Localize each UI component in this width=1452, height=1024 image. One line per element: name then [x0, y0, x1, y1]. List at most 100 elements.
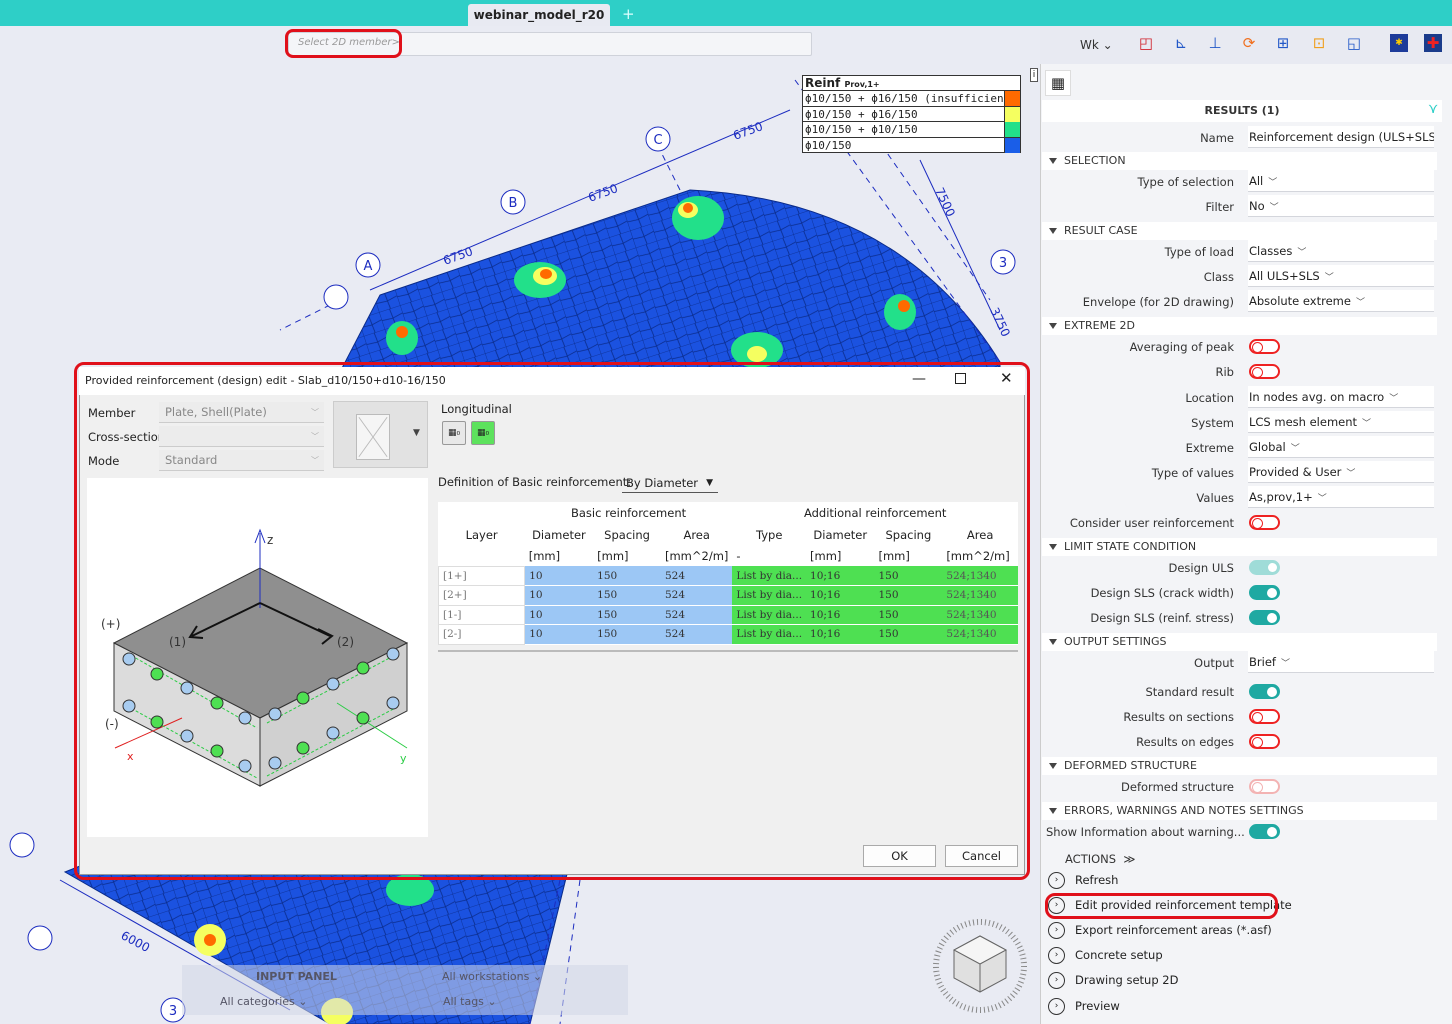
- section-extreme-2d[interactable]: EXTREME 2D: [1042, 317, 1437, 335]
- window-icon[interactable]: ◱: [1345, 34, 1363, 52]
- eu-flag-icon[interactable]: ✱: [1390, 34, 1408, 52]
- table-cell[interactable]: 10: [524, 624, 594, 645]
- ok-button[interactable]: OK: [863, 845, 936, 867]
- cancel-button[interactable]: Cancel: [945, 845, 1018, 867]
- col-type[interactable]: Type: [732, 524, 806, 546]
- section-selection[interactable]: SELECTION: [1042, 152, 1437, 170]
- row-location: Location In nodes avg. on macro ﹀: [1042, 386, 1434, 411]
- action-drawing-setup[interactable]: › Drawing setup 2D: [1048, 970, 1178, 990]
- definition-select[interactable]: By Diameter ▼: [622, 473, 718, 493]
- location-select[interactable]: In nodes avg. on macro ﹀: [1248, 386, 1434, 408]
- tags-select[interactable]: All tags ⌄: [443, 995, 497, 1008]
- view-icon[interactable]: ◰: [1137, 34, 1155, 52]
- extreme-select[interactable]: Global ﹀: [1248, 436, 1434, 458]
- additional-layer-icon[interactable]: ▦₀: [471, 421, 495, 445]
- refresh-icon[interactable]: ⟳: [1240, 34, 1258, 52]
- workstations-select[interactable]: All workstations ⌄: [442, 970, 542, 983]
- chart-icon[interactable]: ⊞: [1274, 34, 1292, 52]
- uk-flag-icon[interactable]: ✚: [1424, 34, 1442, 52]
- col-spacing[interactable]: Spacing: [593, 524, 661, 546]
- show-info-toggle[interactable]: [1249, 824, 1280, 839]
- design-uls-toggle[interactable]: [1249, 560, 1280, 575]
- output-select[interactable]: Brief ﹀: [1248, 651, 1434, 673]
- input-panel-title[interactable]: INPUT PANEL: [256, 970, 337, 983]
- table-cell[interactable]: 10: [524, 566, 594, 586]
- chevron-down-icon: ▼: [706, 478, 713, 488]
- name-field[interactable]: Reinforcement design (ULS+SLS): [1248, 126, 1434, 148]
- table-cell[interactable]: 10;16: [806, 624, 875, 645]
- chevron-down-icon[interactable]: ▼: [413, 428, 420, 438]
- add-tab-button[interactable]: +: [622, 4, 635, 24]
- section-limit-state[interactable]: LIMIT STATE CONDITION: [1042, 538, 1437, 556]
- collapse-icon[interactable]: ⋎: [1428, 101, 1438, 117]
- member-select[interactable]: Plate, Shell(Plate) ﹀: [159, 402, 324, 423]
- col-add-diameter[interactable]: Diameter: [806, 524, 874, 546]
- table-cell[interactable]: 150: [874, 585, 943, 606]
- design-sls-crack-toggle[interactable]: [1249, 585, 1280, 600]
- section-result-case[interactable]: RESULT CASE: [1042, 222, 1437, 240]
- col-layer[interactable]: Layer: [439, 524, 525, 546]
- averaging-toggle[interactable]: [1249, 339, 1280, 354]
- table-row[interactable]: [2+] 10 150 524 List by dia... 10;16 150…: [437, 585, 1018, 606]
- categories-select[interactable]: All categories ⌄: [220, 995, 308, 1008]
- cross-section-select[interactable]: ﹀: [159, 426, 324, 447]
- table-row[interactable]: [1-] 10 150 524 List by dia... 10;16 150…: [437, 604, 1018, 625]
- action-export-asf[interactable]: › Export reinforcement areas (*.asf): [1048, 920, 1272, 940]
- table-cell[interactable]: 10: [524, 585, 594, 606]
- table-row[interactable]: [1+] 10 150 524 List by dia... 10;16 150…: [437, 565, 1018, 586]
- mode-select[interactable]: Standard ﹀: [159, 450, 324, 471]
- system-select[interactable]: LCS mesh element ﹀: [1248, 411, 1434, 433]
- navigation-cube[interactable]: [932, 918, 1028, 1014]
- envelope-select[interactable]: Absolute extreme ﹀: [1248, 290, 1434, 312]
- table-cell[interactable]: List by dia...: [732, 624, 807, 645]
- table-cell[interactable]: 150: [593, 605, 661, 625]
- col-diameter[interactable]: Diameter: [525, 524, 593, 546]
- basic-layer-icon[interactable]: ▦₀: [442, 421, 466, 445]
- col-add-area[interactable]: Area: [942, 524, 1018, 546]
- dimension-icon[interactable]: ⊥: [1206, 34, 1224, 52]
- rib-toggle[interactable]: [1249, 364, 1280, 379]
- values-select[interactable]: As,prov,1+ ﹀: [1248, 486, 1434, 508]
- chevron-down-icon: ﹀: [1389, 394, 1399, 404]
- table-cell[interactable]: 10;16: [806, 585, 875, 606]
- section-errors[interactable]: ERRORS, WARNINGS AND NOTES SETTINGS: [1042, 802, 1437, 820]
- standard-result-toggle[interactable]: [1249, 684, 1280, 699]
- axis-icon[interactable]: ⊾: [1172, 34, 1190, 52]
- deformed-toggle[interactable]: [1249, 779, 1280, 794]
- results-icon[interactable]: ▦: [1045, 70, 1071, 96]
- section-deformed[interactable]: DEFORMED STRUCTURE: [1042, 757, 1437, 775]
- filter-select[interactable]: No ﹀: [1248, 195, 1434, 217]
- table-cell[interactable]: List by dia...: [732, 605, 807, 625]
- type-load-select[interactable]: Classes ﹀: [1248, 240, 1434, 262]
- table-cell[interactable]: 150: [874, 566, 943, 586]
- table-cell[interactable]: List by dia...: [732, 585, 807, 606]
- table-row[interactable]: [2-] 10 150 524 List by dia... 10;16 150…: [437, 624, 1018, 645]
- section-output[interactable]: OUTPUT SETTINGS: [1042, 633, 1437, 651]
- results-edges-toggle[interactable]: [1249, 734, 1280, 749]
- workstation-dropdown[interactable]: Wk ⌄: [1080, 38, 1113, 52]
- action-concrete-setup[interactable]: › Concrete setup: [1048, 945, 1163, 965]
- results-sections-toggle[interactable]: [1249, 709, 1280, 724]
- table-cell[interactable]: 150: [593, 566, 661, 586]
- action-refresh[interactable]: › Refresh: [1048, 870, 1118, 890]
- actions-header[interactable]: ACTIONS ≫: [1065, 852, 1135, 866]
- table-cell[interactable]: 10: [524, 605, 594, 625]
- table-cell[interactable]: 10;16: [806, 566, 875, 586]
- type-values-select[interactable]: Provided & User ﹀: [1248, 461, 1434, 483]
- table-cell[interactable]: List by dia...: [732, 566, 807, 586]
- consider-user-toggle[interactable]: [1249, 515, 1280, 530]
- col-add-spacing[interactable]: Spacing: [874, 524, 942, 546]
- table-cell[interactable]: 150: [593, 624, 661, 645]
- table-cell[interactable]: 150: [874, 605, 943, 625]
- info-icon[interactable]: i: [1030, 68, 1038, 82]
- action-preview[interactable]: › Preview: [1048, 996, 1120, 1016]
- table-cell[interactable]: 150: [874, 624, 943, 645]
- lock-icon[interactable]: ⊡: [1310, 34, 1328, 52]
- type-selection-select[interactable]: All ﹀: [1248, 170, 1434, 192]
- col-area[interactable]: Area: [661, 524, 732, 546]
- class-select[interactable]: All ULS+SLS ﹀: [1248, 265, 1434, 287]
- design-sls-stress-toggle[interactable]: [1249, 610, 1280, 625]
- tab-project[interactable]: webinar_model_r20: [468, 4, 610, 26]
- table-cell[interactable]: 150: [593, 585, 661, 606]
- table-cell[interactable]: 10;16: [806, 605, 875, 625]
